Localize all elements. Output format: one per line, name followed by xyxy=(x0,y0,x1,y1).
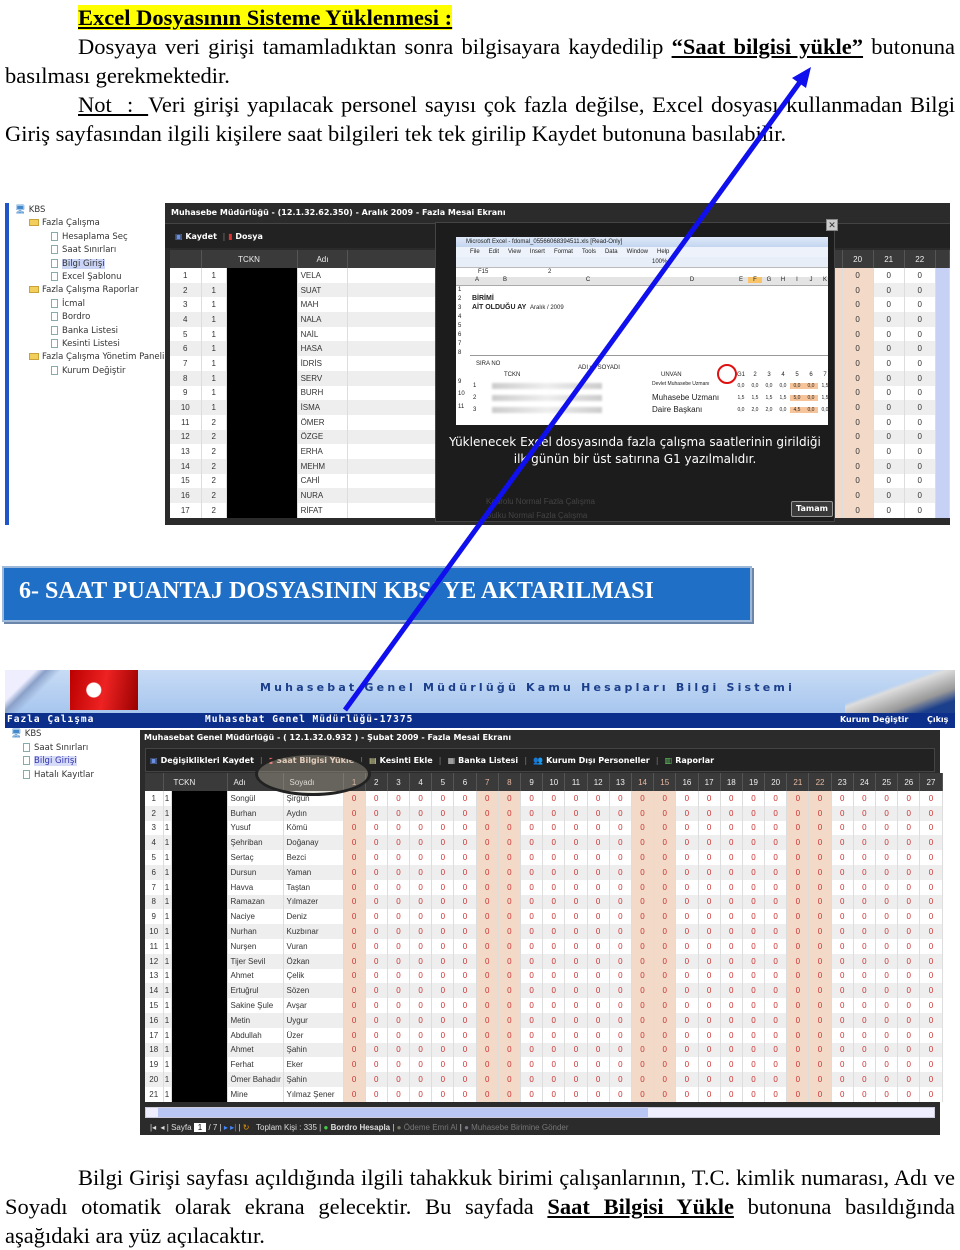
arrow-overlay xyxy=(342,67,811,712)
arrow-line xyxy=(342,80,803,712)
